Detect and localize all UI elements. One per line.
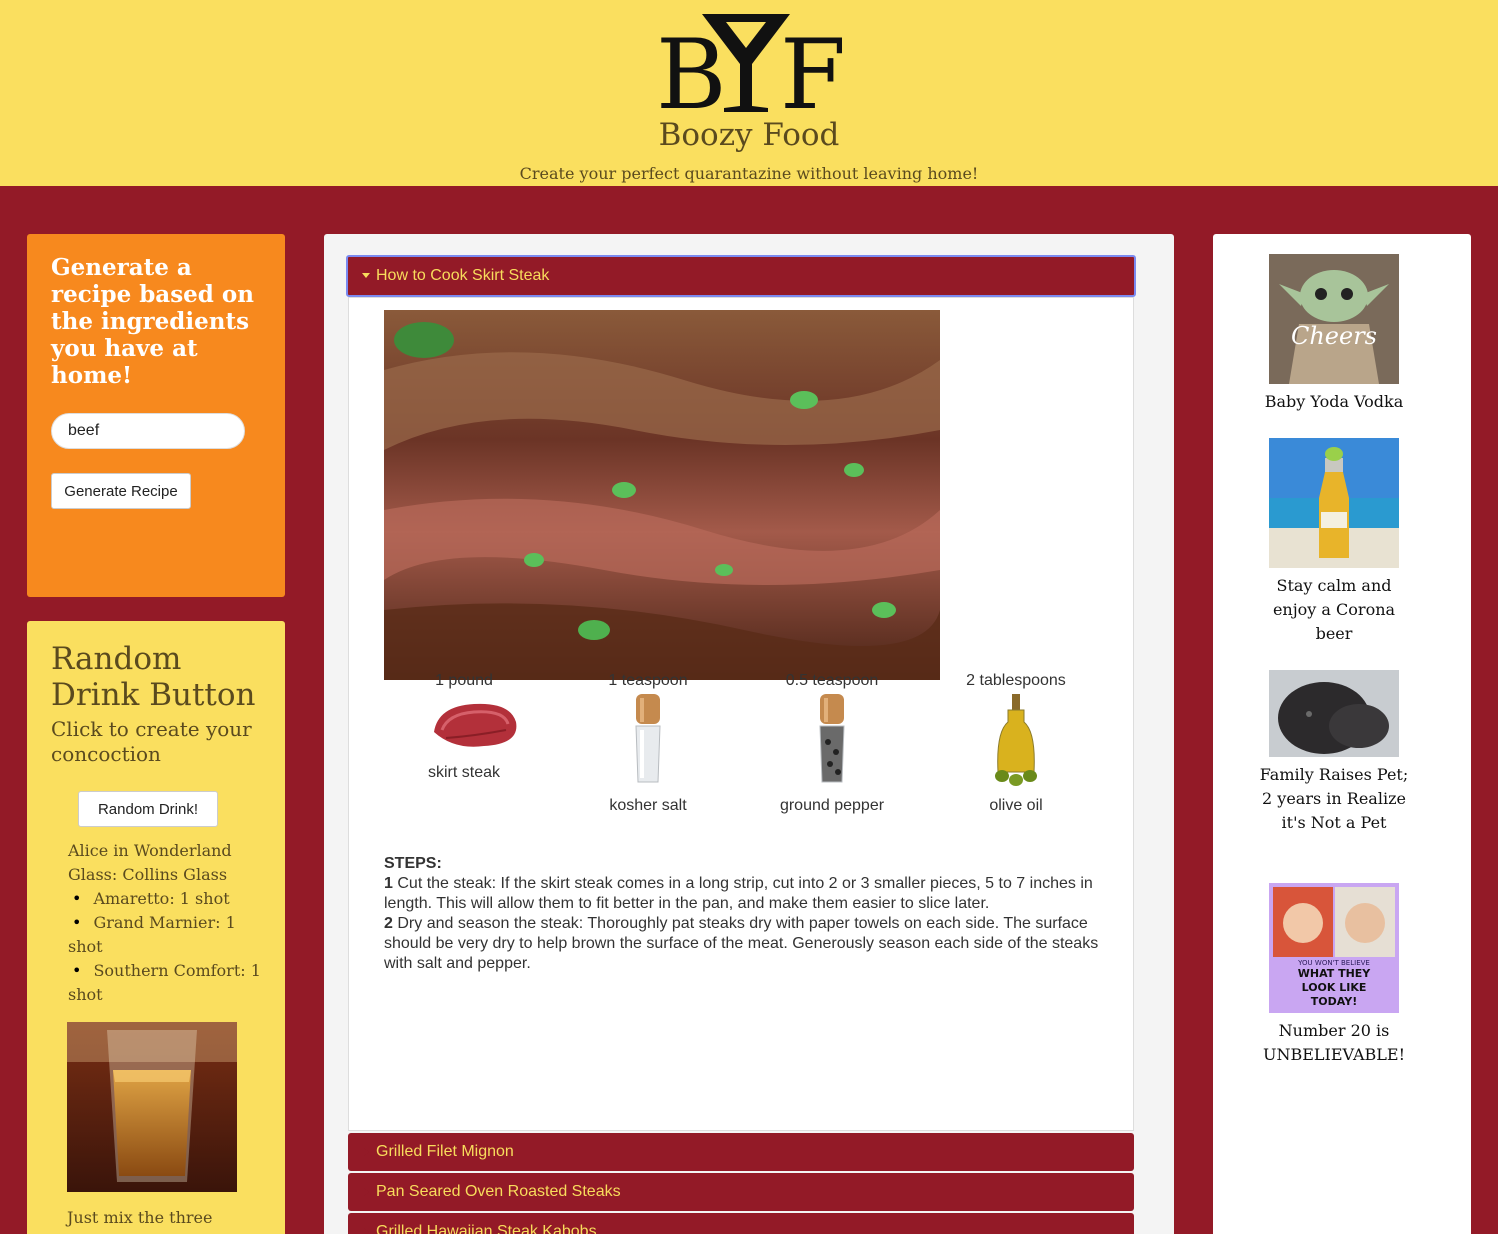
ingredient-name: kosher salt <box>609 797 687 814</box>
recipe-title: Grilled Hawaiian Steak Kabobs <box>376 1223 597 1234</box>
step-number: 2 <box>384 915 393 932</box>
drink-ingredient: Amaretto: 1 shot <box>68 887 268 911</box>
svg-text:F: F <box>780 19 842 116</box>
recipe-header-closed[interactable]: Grilled Hawaiian Steak Kabobs <box>348 1213 1134 1234</box>
thumb-text: Cheers <box>1291 322 1377 350</box>
salt-grinder-icon <box>635 694 661 783</box>
recipe-steps: STEPS: 1 Cut the steak: If the skirt ste… <box>384 854 1104 974</box>
steak-icon <box>434 703 517 747</box>
byf-logo[interactable]: B F <box>656 12 842 116</box>
olive-oil-bottle-icon <box>995 694 1037 786</box>
drink-description: Just mix the three <box>67 1208 213 1227</box>
step-text: Dry and season the steak: Thoroughly pat… <box>384 915 1099 972</box>
ingredient-amount: 1 teaspoon <box>608 672 688 689</box>
drink-ingredient-list: Amaretto: 1 shot Grand Marnier: 1 shot S… <box>68 887 268 1007</box>
generate-recipe-button[interactable]: Generate Recipe <box>51 473 191 509</box>
drink-details: Alice in Wonderland Glass: Collins Glass… <box>68 839 268 1007</box>
drink-ingredient: Southern Comfort: 1 shot <box>68 959 268 1007</box>
ingredient-name: olive oil <box>989 797 1043 814</box>
site-header: B F Boozy Food Create your perfect quara… <box>0 0 1498 186</box>
recipe-header-open[interactable]: How to Cook Skirt Steak <box>346 255 1136 297</box>
recipe-panel: 1 pound skirt steak 1 teaspoon kosher sa… <box>348 297 1134 1131</box>
caret-right-icon <box>364 1228 373 1234</box>
brand-title: Boozy Food <box>658 117 840 153</box>
baby-yoda-thumbnail[interactable]: Cheers <box>1269 254 1399 384</box>
drink-glass: Glass: Collins Glass <box>68 865 228 884</box>
ad-caption[interactable]: Stay calm and enjoy a Corona beer <box>1257 574 1411 646</box>
recipe-title: Pan Seared Oven Roasted Steaks <box>376 1183 621 1200</box>
steps-label: STEPS: <box>384 855 442 872</box>
caret-right-icon <box>364 1148 373 1156</box>
recipe-title: Grilled Filet Mignon <box>376 1143 514 1160</box>
caret-right-icon <box>364 1188 373 1196</box>
recipe-title: How to Cook Skirt Steak <box>376 267 550 284</box>
drink-name: Alice in Wonderland <box>68 841 232 860</box>
steak-photo <box>384 310 940 680</box>
ingredient-input[interactable] <box>51 413 245 449</box>
corona-beer-thumbnail[interactable] <box>1269 438 1399 568</box>
random-drink-subtitle: Click to create your concoction <box>51 717 252 766</box>
pepper-grinder-icon <box>819 694 845 783</box>
ingredient-amount: 2 tablespoons <box>966 672 1066 689</box>
step-text: Cut the steak: If the skirt steak comes … <box>384 875 1093 912</box>
step-number: 1 <box>384 875 393 892</box>
drink-photo <box>67 1022 237 1192</box>
svg-text:B: B <box>656 19 727 116</box>
thumb-text: WHAT THEY LOOK LIKE TODAY! <box>1297 967 1371 1008</box>
tagline: Create your perfect quarantazine without… <box>519 164 979 183</box>
random-drink-panel: Random Drink Button Click to create your… <box>27 621 285 1234</box>
recipe-header-closed[interactable]: Grilled Filet Mignon <box>348 1133 1134 1171</box>
ad-caption[interactable]: Family Raises Pet; 2 years in Realize it… <box>1257 763 1411 835</box>
ingredient-amount: 0.5 teaspoon <box>785 672 879 689</box>
home-alone-thumbnail[interactable]: YOU WON'T BELIEVE WHAT THEY LOOK LIKE TO… <box>1269 883 1399 1013</box>
ad-caption[interactable]: Baby Yoda Vodka <box>1257 390 1411 414</box>
dog-thumbnail[interactable] <box>1269 670 1399 757</box>
step-item: 2 Dry and season the steak: Thoroughly p… <box>384 914 1104 974</box>
recipe-generator-panel: Generate a recipe based on the ingredien… <box>27 234 285 597</box>
thumb-subtext: YOU WON'T BELIEVE <box>1297 959 1370 967</box>
ad-caption[interactable]: Number 20 is UNBELIEVABLE! <box>1257 1019 1411 1067</box>
step-item: 1 Cut the steak: If the skirt steak come… <box>384 874 1104 914</box>
ingredient-amount: 1 pound <box>435 672 493 689</box>
ingredient-name: skirt steak <box>427 764 500 781</box>
caret-down-icon <box>362 273 370 278</box>
ads-sidebar: Cheers Baby Yoda Vodka Stay calm and enj… <box>1213 234 1471 1234</box>
recipe-accordion: How to Cook Skirt Steak 1 pound skirt st… <box>324 234 1174 1234</box>
drink-ingredient: Grand Marnier: 1 shot <box>68 911 268 959</box>
ingredient-name: ground pepper <box>779 797 885 814</box>
generator-title: Generate a recipe based on the ingredien… <box>51 254 254 389</box>
recipe-header-closed[interactable]: Pan Seared Oven Roasted Steaks <box>348 1173 1134 1211</box>
random-drink-title: Random Drink Button <box>51 641 256 713</box>
random-drink-button[interactable]: Random Drink! <box>78 791 218 827</box>
